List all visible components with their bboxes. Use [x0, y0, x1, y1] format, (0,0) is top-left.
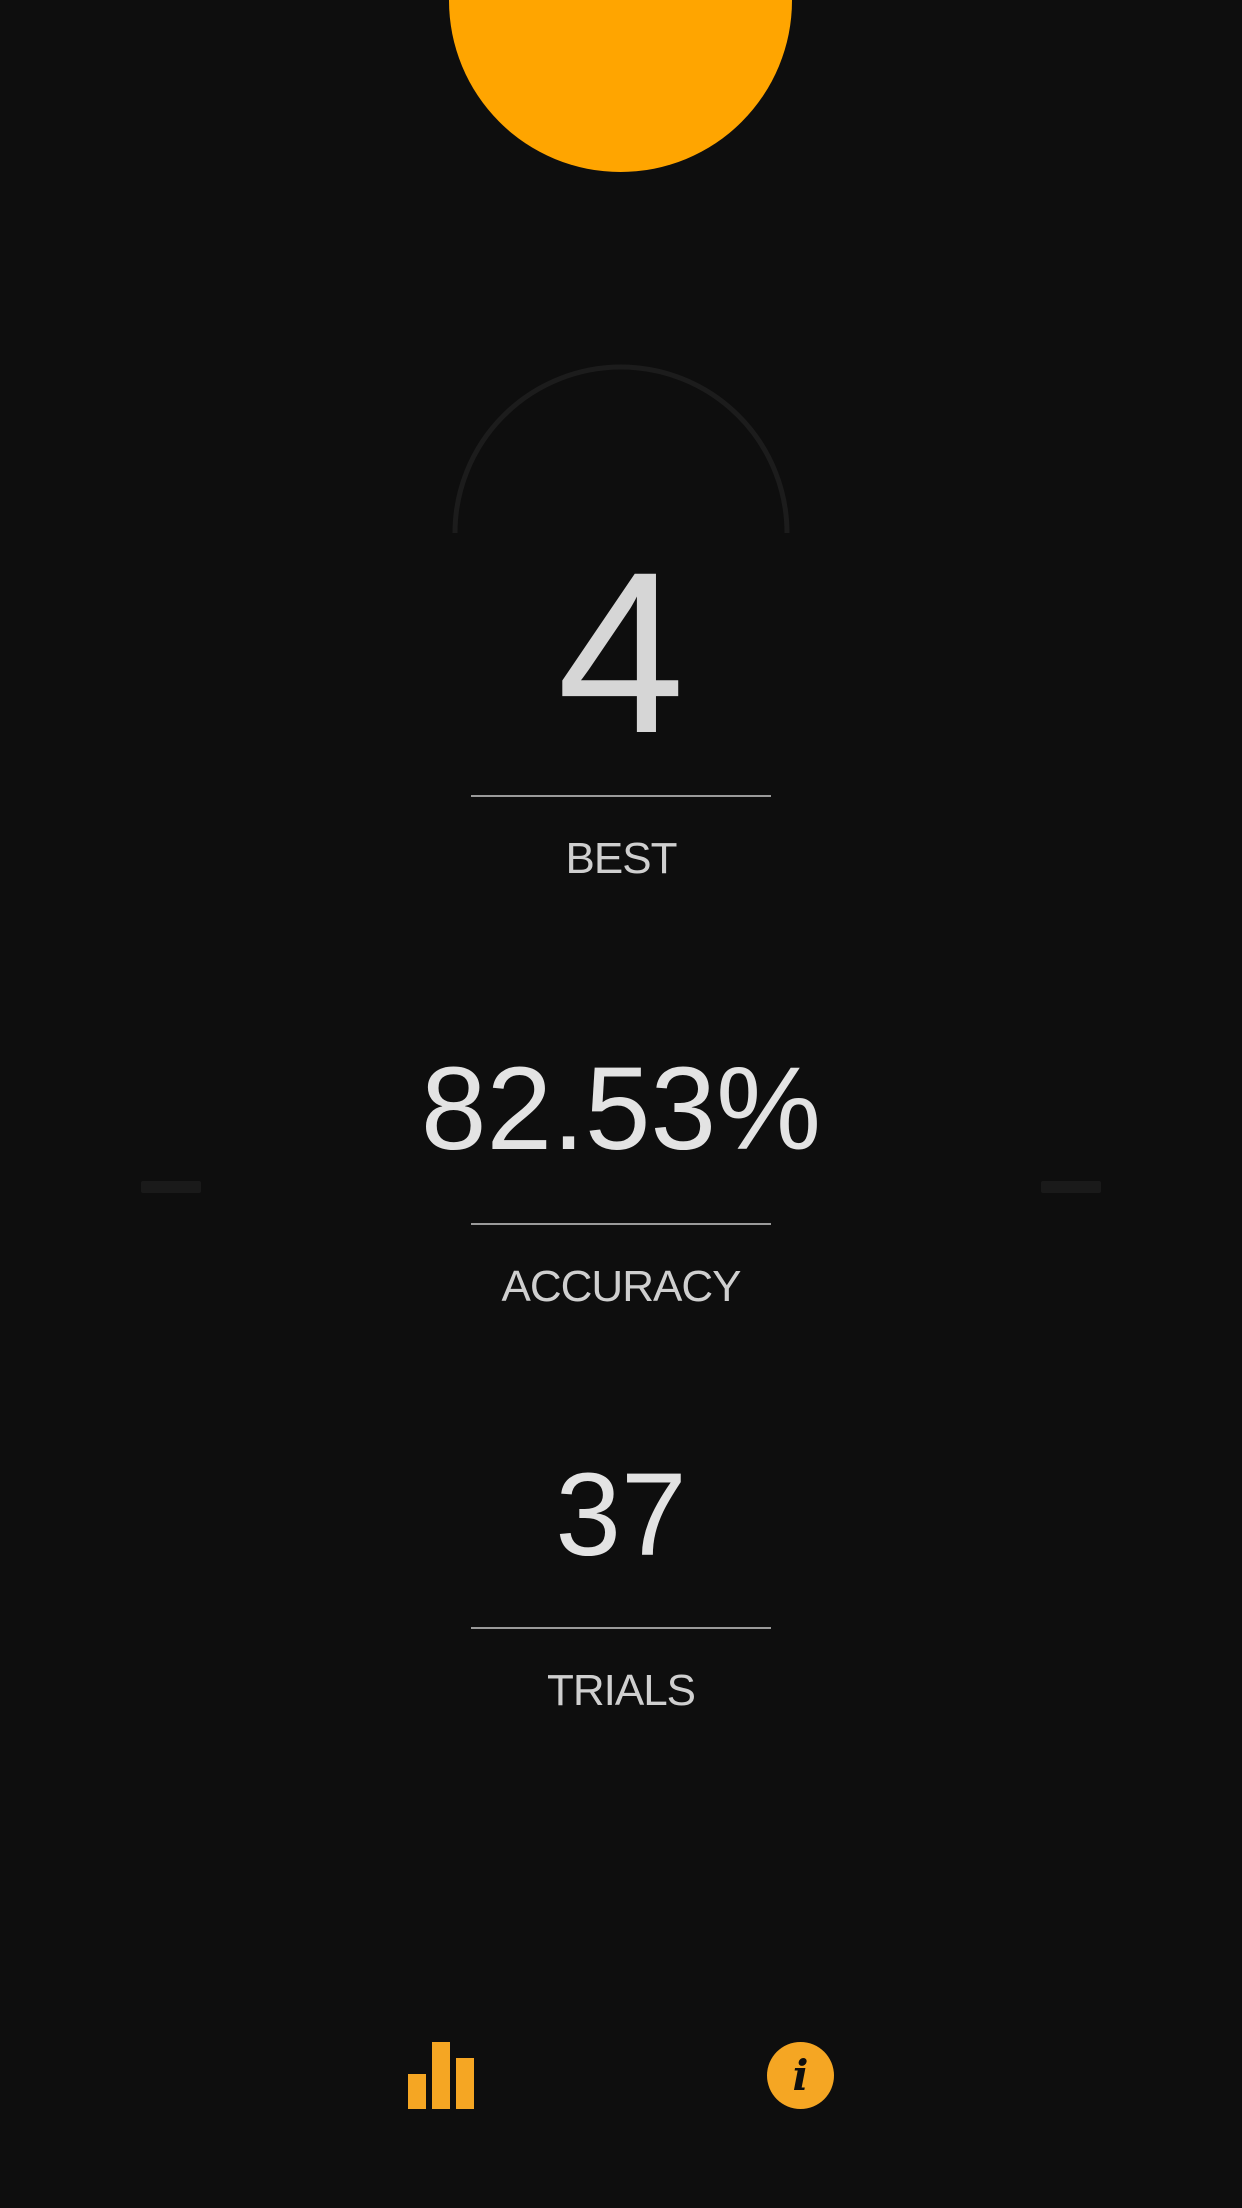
right-dash-marker: [1041, 1181, 1101, 1193]
best-label: BEST: [565, 834, 678, 883]
trials-divider: [471, 1627, 771, 1629]
bar-chart-icon[interactable]: [407, 2041, 475, 2109]
target-circle[interactable]: [449, 0, 792, 172]
info-icon[interactable]: i: [767, 2042, 834, 2109]
best-divider: [471, 795, 771, 797]
left-dash-marker: [141, 1181, 201, 1193]
accuracy-divider: [471, 1223, 771, 1225]
best-value: 4: [557, 524, 685, 781]
info-glyph: i: [792, 2051, 809, 2100]
accuracy-value: 82.53%: [420, 1043, 822, 1175]
accuracy-label: ACCURACY: [501, 1262, 742, 1311]
trials-value: 37: [555, 1449, 687, 1581]
trials-label: TRIALS: [546, 1666, 696, 1715]
ghost-arc: [452, 364, 790, 534]
